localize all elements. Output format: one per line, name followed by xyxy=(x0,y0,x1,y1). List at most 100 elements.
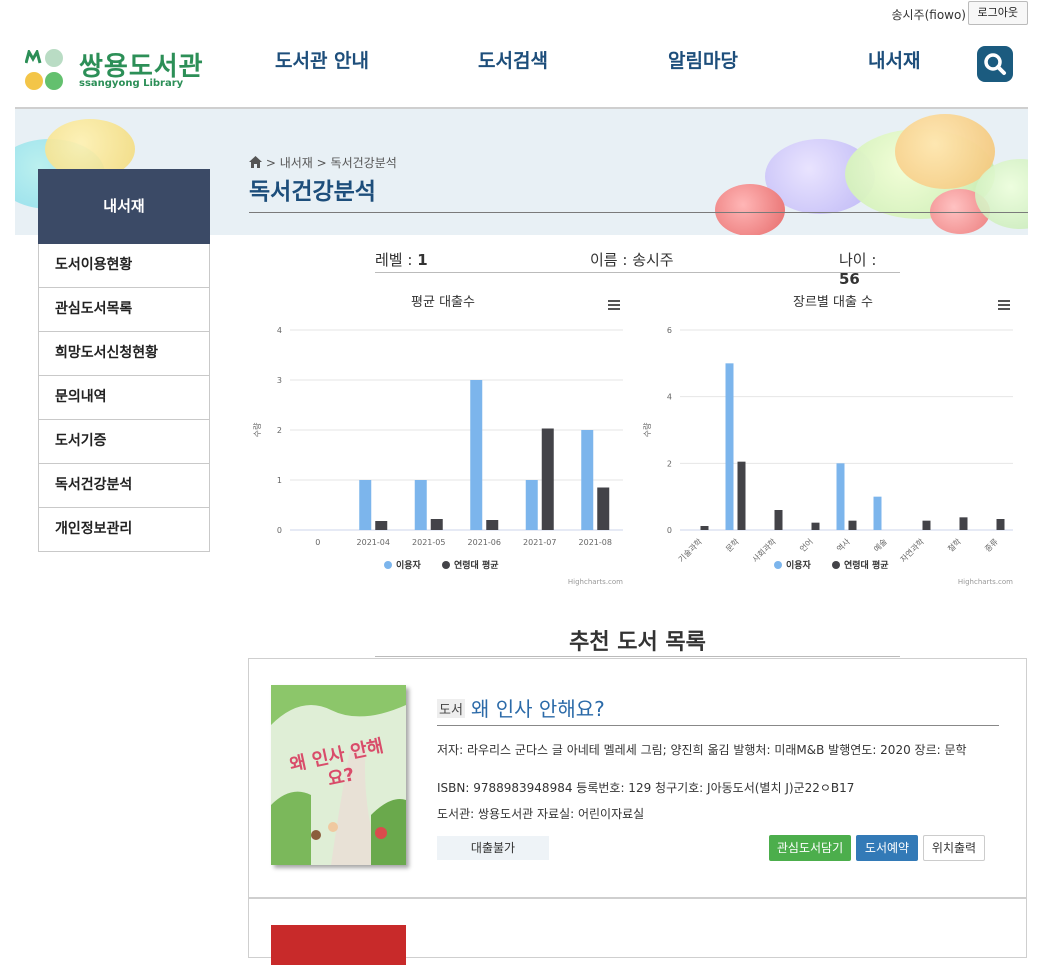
recommend-divider xyxy=(375,656,900,657)
chart-bar xyxy=(541,428,554,530)
library-logo[interactable]: 쌍용도서관 ssangyong Library xyxy=(23,38,213,90)
sidebar-menu: 도서이용현황 관심도서목록 희망도서신청현황 문의내역 도서기증 독서건강분석 … xyxy=(38,244,210,552)
chart-menu-icon[interactable] xyxy=(998,300,1010,310)
chart-bar xyxy=(996,519,1005,530)
chart-bar xyxy=(414,480,427,530)
age-label: 나이 : xyxy=(839,251,877,269)
chart-bar xyxy=(774,510,783,530)
search-icon xyxy=(984,53,1006,75)
legend-label: 연령대 평균 xyxy=(454,559,499,571)
sidebar-item-privacy[interactable]: 개인정보관리 xyxy=(38,508,210,552)
name-value: 송시주 xyxy=(632,251,674,269)
book-cover[interactable]: 왜 인사 안해요? xyxy=(271,685,406,865)
sidebar-item-reading-health[interactable]: 독서건강분석 xyxy=(38,464,210,508)
page-title: 독서건강분석 xyxy=(249,179,376,205)
chart-bar xyxy=(922,520,931,530)
nav-notice[interactable]: 알림마당 xyxy=(668,46,738,73)
chart-bar xyxy=(597,487,610,530)
y-tick-label: 0 xyxy=(277,526,282,535)
legend-label: 이용자 xyxy=(396,559,422,571)
chart-menu-icon[interactable] xyxy=(608,300,620,310)
logout-button[interactable]: 로그아웃 xyxy=(967,1,1028,25)
breadcrumb: > 내서재 > 독서건강분석 xyxy=(249,154,397,171)
chart-bar xyxy=(959,517,968,530)
chart-bar xyxy=(359,480,372,530)
x-tick-label: 기술과학 xyxy=(676,536,704,564)
loan-status-badge: 대출불가 xyxy=(437,836,549,860)
search-button[interactable] xyxy=(977,46,1013,82)
legend-marker xyxy=(832,561,840,569)
chart-bar xyxy=(525,480,538,530)
y-tick-label: 1 xyxy=(277,476,282,485)
sidebar-item-interest[interactable]: 관심도서목록 xyxy=(38,288,210,332)
book-isbn-call-number: ISBN: 9788983948984 등록번호: 129 청구기호: J아동도… xyxy=(437,781,855,795)
profile-divider xyxy=(375,272,900,273)
legend-marker xyxy=(442,561,450,569)
legend-label: 연령대 평균 xyxy=(844,559,889,571)
sidebar-title: 내서재 xyxy=(38,169,210,244)
sidebar-item-usage[interactable]: 도서이용현황 xyxy=(38,244,210,288)
nav-my-library[interactable]: 내서재 xyxy=(868,46,920,73)
genre-loans-chart-svg: 장르별 대출 수 0 2 4 6 수량기술과학 문학 사회과학 언어 역사 예술 자연과학 철학 종류이용… xyxy=(642,295,1013,586)
breadcrumb-item[interactable]: 독서건강분석 xyxy=(331,156,397,170)
add-interest-button[interactable]: 관심도서담기 xyxy=(769,835,851,861)
chart-bar xyxy=(873,496,882,530)
header: 쌍용도서관 ssangyong Library 도서관 안내 도서검색 알림마당… xyxy=(0,28,1052,108)
chart-title: 장르별 대출 수 xyxy=(793,295,873,310)
logo-dot xyxy=(45,49,63,67)
x-tick-label: 철학 xyxy=(945,536,963,554)
chart-bar xyxy=(836,463,845,530)
age-field: 나이 : 56 xyxy=(839,249,900,288)
x-tick-label: 자연과학 xyxy=(898,536,926,564)
book-type-label: 도서 xyxy=(437,699,465,718)
y-axis-label: 수량 xyxy=(252,422,262,437)
legend-label: 이용자 xyxy=(786,559,812,571)
breadcrumb-separator: > xyxy=(316,156,331,170)
chart-bar xyxy=(581,430,594,530)
x-tick-label: 2021-05 xyxy=(412,538,445,547)
level-field: 레벨 : 1 xyxy=(375,249,428,270)
x-tick-label: 언어 xyxy=(797,536,814,553)
logo-dot xyxy=(25,50,42,64)
banner-cloud xyxy=(715,184,785,235)
x-tick-label: 2021-07 xyxy=(523,538,556,547)
reserve-book-button[interactable]: 도서예약 xyxy=(856,835,918,861)
home-icon[interactable] xyxy=(249,156,262,168)
x-tick-label: 0 xyxy=(315,538,320,547)
y-tick-label: 4 xyxy=(667,393,672,402)
chart-bar xyxy=(430,519,443,530)
y-tick-label: 2 xyxy=(277,426,282,435)
y-axis-label: 수량 xyxy=(642,422,652,437)
book-cover[interactable] xyxy=(271,925,406,965)
book-location: 도서관: 쌍용도서관 자료실: 어린이자료실 xyxy=(437,807,645,821)
nav-library-info[interactable]: 도서관 안내 xyxy=(275,46,369,73)
logo-dot xyxy=(25,72,43,90)
chart-monthly-loans: 평균 대출수 0 1 2 3 4 수량 0 2021-04 2021-05 2021-06 2021-… xyxy=(248,286,638,591)
book-title[interactable]: 왜 인사 안해요? xyxy=(471,693,605,722)
chart-bar xyxy=(811,522,820,530)
chart-credit: Highcharts.com xyxy=(958,578,1013,586)
y-tick-label: 2 xyxy=(667,459,672,468)
y-tick-label: 3 xyxy=(277,376,282,385)
chart-bar xyxy=(848,520,857,530)
chart-bar xyxy=(700,526,709,530)
x-tick-label: 종류 xyxy=(983,537,1000,554)
chart-bar xyxy=(737,461,746,530)
chart-bar xyxy=(470,380,483,530)
book-author-publisher: 저자: 라우리스 군다스 글 아네테 멜레세 그림; 양진희 옮김 발행처: 미… xyxy=(437,743,967,757)
sidebar-item-inquiry[interactable]: 문의내역 xyxy=(38,376,210,420)
chart-bar xyxy=(375,521,388,530)
book-card xyxy=(248,898,1027,965)
monthly-loans-chart-svg: 평균 대출수 0 1 2 3 4 수량 0 2021-04 2021-05 2021-06 2021-… xyxy=(252,295,623,586)
sidebar-item-donation[interactable]: 도서기증 xyxy=(38,420,210,464)
legend-marker xyxy=(774,561,782,569)
breadcrumb-item[interactable]: 내서재 xyxy=(280,156,313,170)
name-field: 이름 : 송시주 xyxy=(590,249,674,270)
nav-book-search[interactable]: 도서검색 xyxy=(478,46,548,73)
x-tick-label: 사회과학 xyxy=(750,536,778,564)
sidebar-item-wish[interactable]: 희망도서신청현황 xyxy=(38,332,210,376)
print-location-button[interactable]: 위치출력 xyxy=(923,835,985,861)
x-tick-label: 2021-06 xyxy=(468,538,501,547)
x-tick-label: 2021-08 xyxy=(579,538,612,547)
title-divider xyxy=(249,212,1028,213)
